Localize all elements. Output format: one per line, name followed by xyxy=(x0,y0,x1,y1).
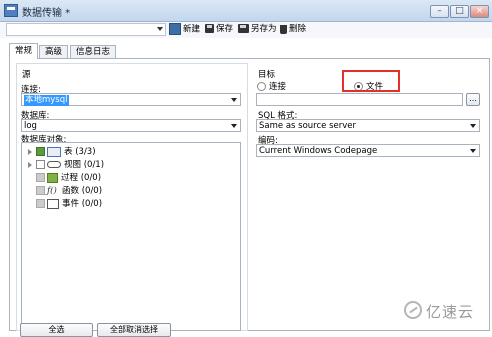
tree-item-label: 视图 xyxy=(64,160,82,170)
expand-icon[interactable] xyxy=(28,161,32,168)
profile-select[interactable] xyxy=(6,23,166,36)
delete-label: 删除 xyxy=(289,24,307,34)
tree-item-count: (0/0) xyxy=(80,173,102,183)
database-select[interactable]: log xyxy=(21,119,241,132)
checkbox[interactable] xyxy=(36,147,45,156)
database-objects-tree[interactable]: 表 (3/3) 视图 (0/1) 过程 (0/0) ƒ() 函数 (0/0) 事件… xyxy=(21,142,241,331)
tree-item-count: (0/1) xyxy=(83,160,105,170)
new-icon xyxy=(169,23,181,35)
tree-item-count: (0/0) xyxy=(81,199,103,209)
function-icon: ƒ() xyxy=(47,185,57,196)
checkbox[interactable] xyxy=(36,173,45,182)
new-label: 新建 xyxy=(183,24,201,35)
target-option-connection[interactable]: 连接 xyxy=(257,80,286,92)
save-label: 保存 xyxy=(216,24,234,34)
trash-icon xyxy=(280,25,287,34)
save-icon xyxy=(205,24,214,33)
expand-icon[interactable] xyxy=(28,148,32,155)
title-bar xyxy=(0,0,492,22)
tab-general[interactable]: 常规 xyxy=(9,43,39,59)
encoding-value: Current Windows Codepage xyxy=(259,146,378,156)
chevron-down-icon xyxy=(470,149,476,153)
tree-item-functions[interactable]: ƒ() 函数 (0/0) xyxy=(36,185,102,197)
chevron-down-icon xyxy=(470,124,476,128)
tree-item-count: (3/3) xyxy=(75,147,96,157)
window-title: 数据传输 * xyxy=(22,8,71,19)
tree-item-label: 事件 xyxy=(62,199,80,209)
tree-item-label: 表 xyxy=(64,147,73,157)
tree-item-tables[interactable]: 表 (3/3) xyxy=(28,146,96,158)
maximize-button[interactable]: □ xyxy=(450,5,469,18)
checkbox[interactable] xyxy=(36,186,45,195)
save-button[interactable]: 保存 xyxy=(205,23,233,36)
tree-item-count: (0/0) xyxy=(81,186,103,196)
event-icon xyxy=(47,198,59,209)
radio-button[interactable] xyxy=(257,82,266,91)
watermark-text: 亿速云 xyxy=(426,303,475,321)
tree-item-procedures[interactable]: 过程 (0/0) xyxy=(36,172,101,184)
table-icon xyxy=(47,146,61,157)
checkbox[interactable] xyxy=(36,199,45,208)
save-as-button[interactable]: 另存为 xyxy=(238,23,277,36)
checkbox[interactable] xyxy=(36,160,45,169)
file-path-input[interactable] xyxy=(256,93,463,106)
tree-item-label: 函数 xyxy=(62,186,80,196)
connection-select[interactable]: 本地mysql xyxy=(21,93,241,106)
app-icon xyxy=(4,4,18,17)
target-heading: 目标 xyxy=(258,70,276,80)
save-as-icon xyxy=(238,24,249,33)
chevron-down-icon xyxy=(157,27,163,31)
tree-item-label: 过程 xyxy=(61,173,79,183)
minimize-button[interactable]: – xyxy=(430,5,449,18)
chevron-down-icon xyxy=(231,124,237,128)
encoding-select[interactable]: Current Windows Codepage xyxy=(256,144,480,157)
delete-button[interactable]: 删除 xyxy=(280,23,306,36)
select-all-button[interactable]: 全选 xyxy=(20,323,93,337)
sql-format-select[interactable]: Same as source server xyxy=(256,119,480,132)
source-heading: 源 xyxy=(22,70,31,80)
watermark-logo xyxy=(404,301,422,319)
close-button[interactable]: × xyxy=(470,5,489,18)
procedure-icon xyxy=(47,172,58,183)
view-icon xyxy=(47,161,61,168)
sql-format-value: Same as source server xyxy=(259,121,356,131)
new-button[interactable]: 新建 xyxy=(169,23,200,36)
tree-item-views[interactable]: 视图 (0/1) xyxy=(28,159,104,171)
deselect-all-button[interactable]: 全部取消选择 xyxy=(97,323,171,337)
option-label: 连接 xyxy=(269,82,287,92)
database-value: log xyxy=(24,121,37,131)
chevron-down-icon xyxy=(231,98,237,102)
tree-item-events[interactable]: 事件 (0/0) xyxy=(36,198,102,210)
connection-value: 本地mysql xyxy=(24,95,69,106)
annotation-highlight-box xyxy=(342,70,400,92)
browse-button[interactable]: ... xyxy=(466,93,480,106)
tab-advanced[interactable]: 高级 xyxy=(39,45,69,58)
tab-message-log[interactable]: 信息日志 xyxy=(70,45,117,58)
save-as-label: 另存为 xyxy=(251,24,277,34)
